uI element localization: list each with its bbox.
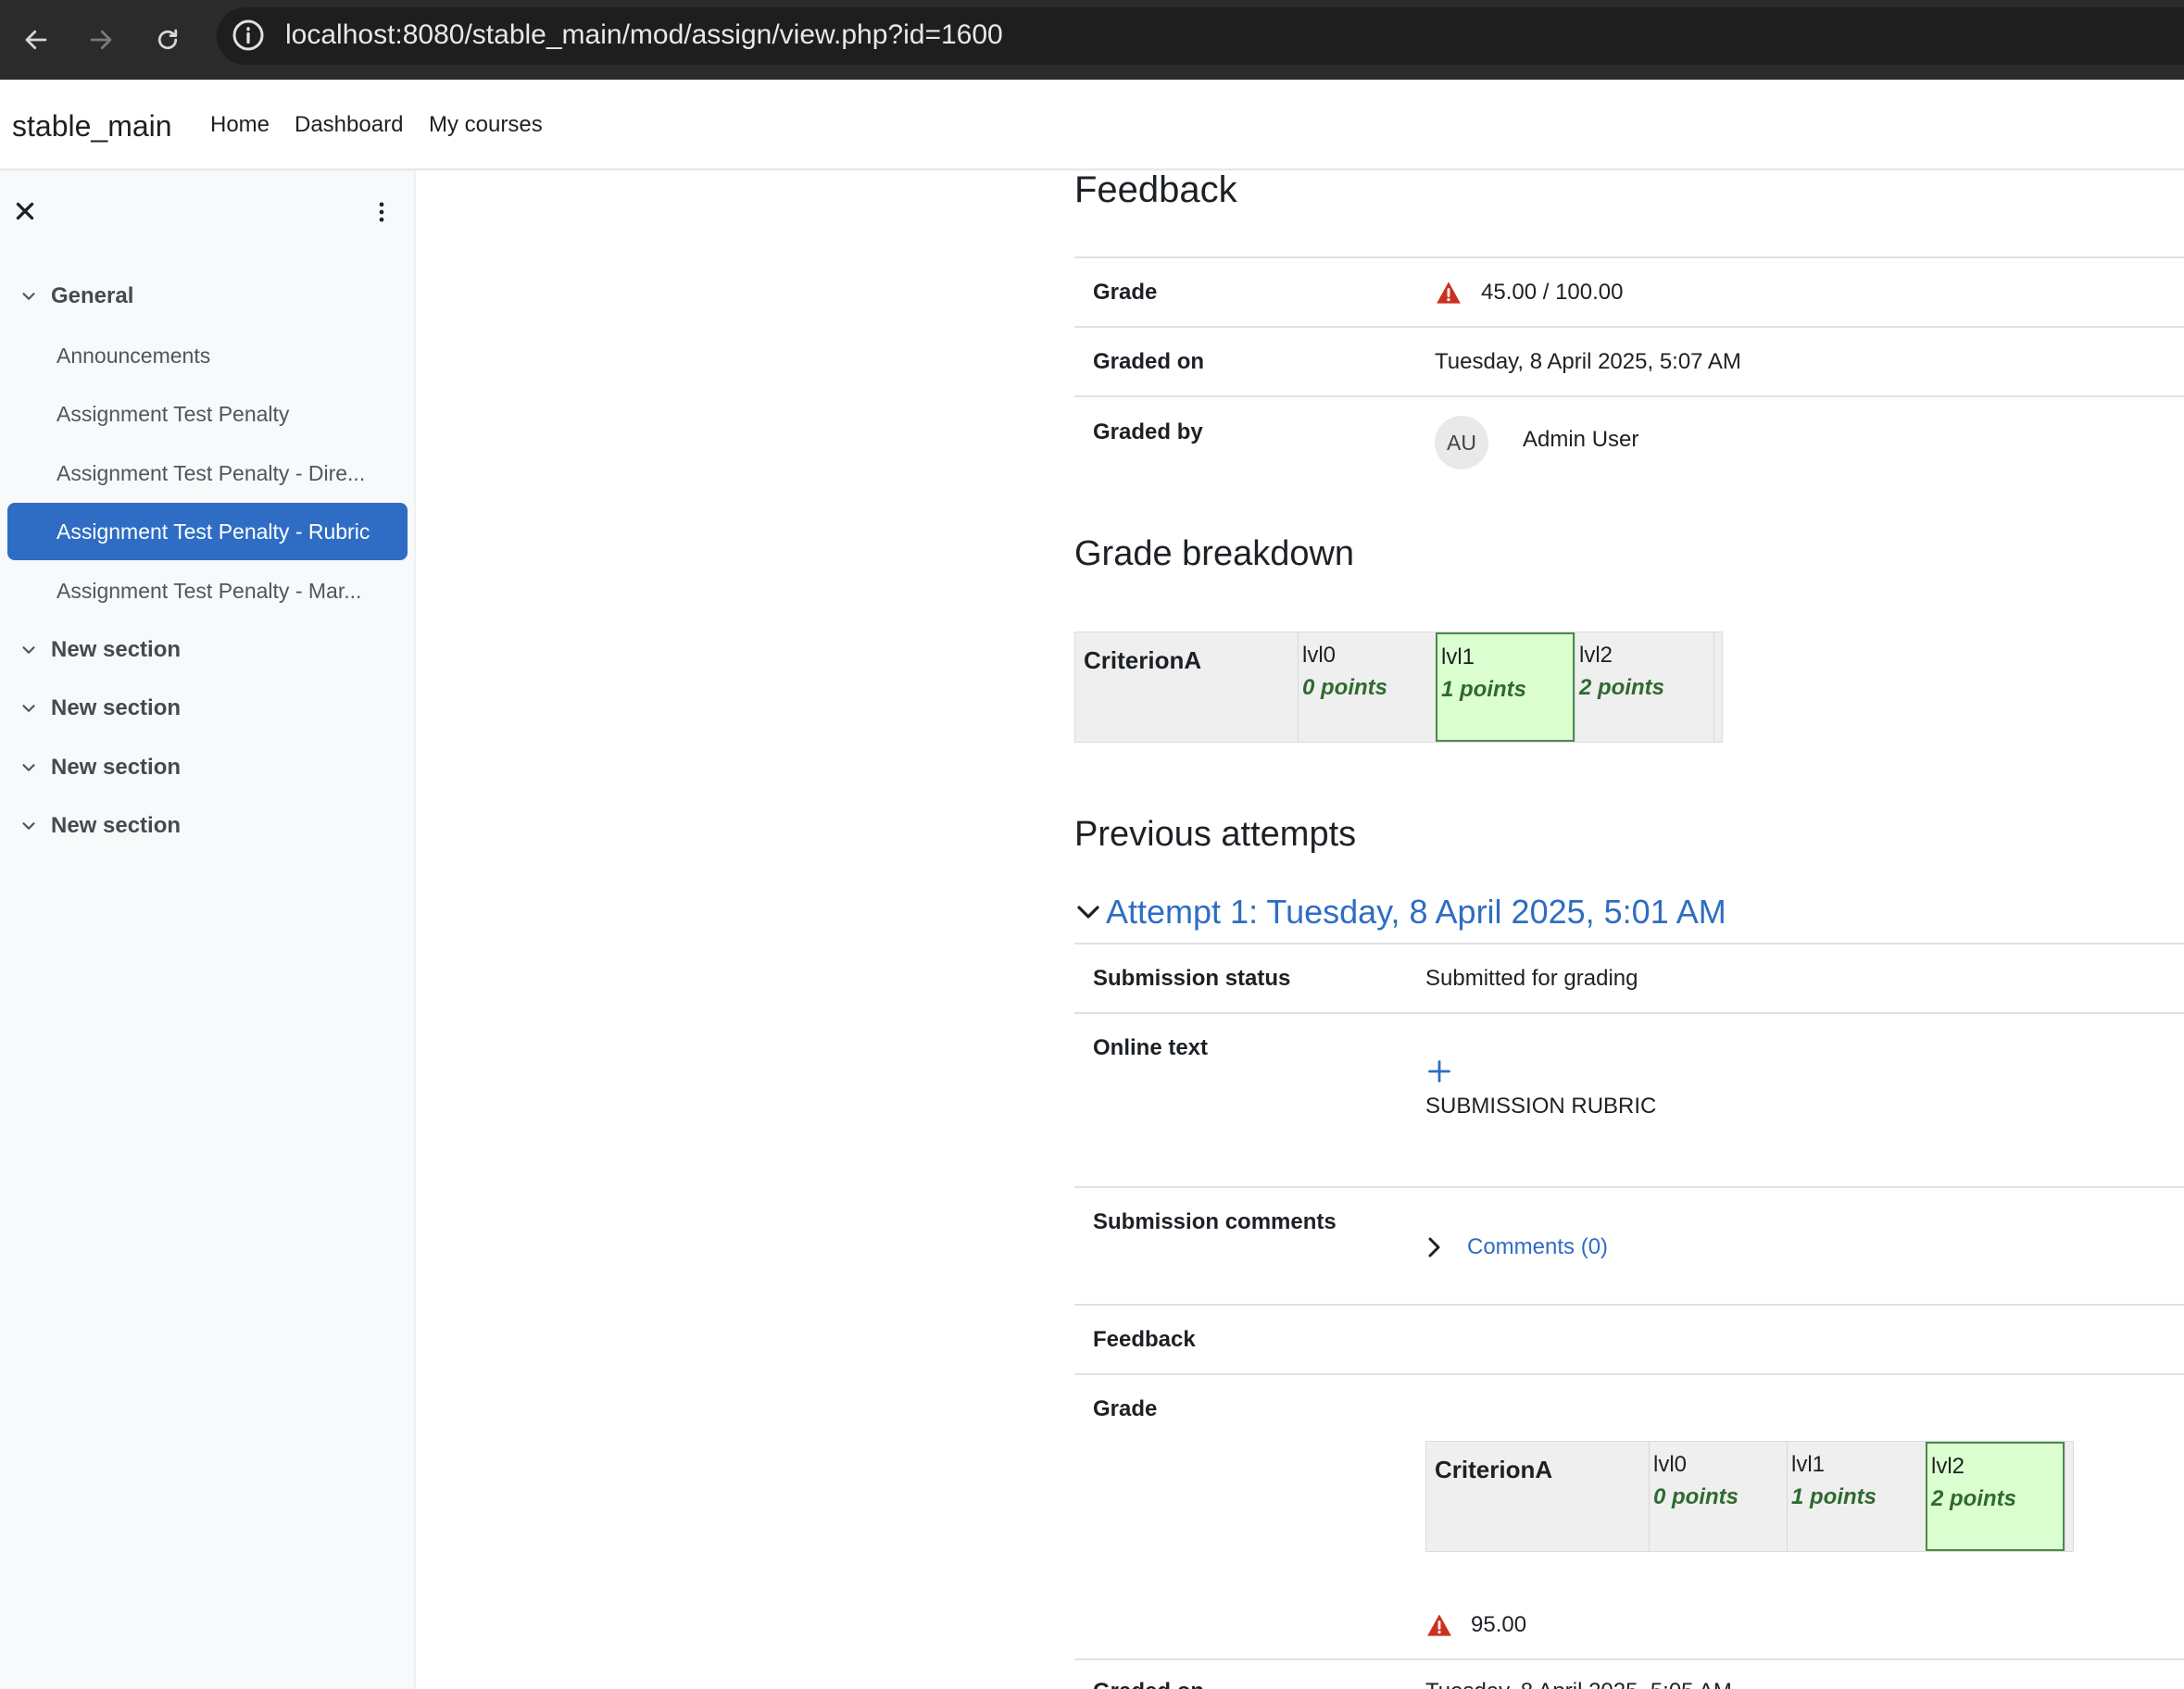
nav-dashboard-link[interactable]: Dashboard xyxy=(295,111,403,139)
reload-icon xyxy=(157,29,178,50)
divider xyxy=(1074,1304,2184,1306)
activity-assignment-test-penalty-rubric[interactable]: Assignment Test Penalty - Rubric xyxy=(7,503,408,560)
back-button[interactable] xyxy=(11,15,61,65)
comments-link[interactable]: Comments (0) xyxy=(1467,1233,1608,1261)
expand-plus-icon[interactable] xyxy=(1426,1058,1452,1084)
rubric-table: CriterionA lvl0 0 points lvl1 1 points l… xyxy=(1074,632,1723,743)
level-points: 1 points xyxy=(1791,1484,1877,1509)
level-definition: lvl2 xyxy=(1579,643,1613,668)
grade-breakdown-heading: Grade breakdown xyxy=(1074,534,1355,573)
graded-on-label: Graded on xyxy=(1093,349,1205,374)
submission-comments-label: Submission comments xyxy=(1093,1209,1337,1234)
section-new-4[interactable]: New section xyxy=(19,807,181,844)
grade-label: Grade xyxy=(1093,280,1158,305)
rubric-level: lvl0 0 points xyxy=(1298,632,1437,742)
level-definition: lvl0 xyxy=(1302,643,1337,668)
online-text-value: SUBMISSION RUBRIC xyxy=(1425,1094,1657,1119)
close-icon[interactable] xyxy=(13,199,37,223)
rubric-table: CriterionA lvl0 0 points lvl1 1 points l… xyxy=(1425,1441,2074,1552)
section-general[interactable]: General xyxy=(19,278,133,315)
arrow-right-icon xyxy=(90,30,112,50)
activity-announcements[interactable]: Announcements xyxy=(7,327,408,384)
rubric-criterion: CriterionA xyxy=(1084,646,1202,674)
divider xyxy=(1074,943,2184,945)
submission-status-value: Submitted for grading xyxy=(1425,966,1638,991)
level-points: 2 points xyxy=(1931,1486,2017,1511)
rubric-level: lvl1 1 points xyxy=(1787,1442,1926,1551)
section-title[interactable]: General xyxy=(51,283,133,309)
chevron-down-icon[interactable] xyxy=(19,640,39,660)
online-text-label: Online text xyxy=(1093,1035,1209,1060)
forward-button[interactable] xyxy=(76,15,126,65)
feedback-label: Feedback xyxy=(1093,1327,1196,1352)
rubric-edge xyxy=(2065,1442,2074,1551)
rubric-level: lvl2 2 points xyxy=(1575,632,1713,742)
kebab-menu-icon[interactable] xyxy=(369,197,395,227)
info-icon[interactable] xyxy=(232,19,265,52)
site-brand[interactable]: stable_main xyxy=(12,107,172,144)
grader-name[interactable]: Admin User xyxy=(1523,426,1638,454)
rubric-level-selected: lvl2 2 points xyxy=(1926,1442,2065,1551)
divider xyxy=(1074,326,2184,328)
chevron-down-icon[interactable] xyxy=(1074,898,1102,926)
divider xyxy=(1074,395,2184,397)
grade-value: 45.00 / 100.00 xyxy=(1481,280,1624,305)
activity-assignment-test-penalty-marking[interactable]: Assignment Test Penalty - Mar... xyxy=(7,562,408,619)
attempt-toggle[interactable]: Attempt 1: Tuesday, 8 April 2025, 5:01 A… xyxy=(1074,889,1726,935)
chevron-down-icon[interactable] xyxy=(19,757,39,778)
nav-my-courses-link[interactable]: My courses xyxy=(429,111,543,139)
section-new-2[interactable]: New section xyxy=(19,690,181,727)
nav-home-link[interactable]: Home xyxy=(210,111,270,139)
arrow-left-icon xyxy=(25,30,47,50)
submission-status-label: Submission status xyxy=(1093,966,1291,991)
rubric-criterion: CriterionA xyxy=(1435,1456,1553,1483)
level-points: 0 points xyxy=(1653,1484,1739,1509)
level-definition: lvl1 xyxy=(1791,1452,1826,1477)
section-title[interactable]: New section xyxy=(51,755,181,781)
level-definition: lvl1 xyxy=(1441,644,1475,669)
activity-assignment-test-penalty-direct[interactable]: Assignment Test Penalty - Dire... xyxy=(7,444,408,502)
divider xyxy=(1074,256,2184,258)
chevron-down-icon[interactable] xyxy=(19,698,39,719)
divider xyxy=(1074,1186,2184,1188)
previous-attempts-heading: Previous attempts xyxy=(1074,815,1357,854)
graded-on-value: Tuesday, 8 April 2025, 5:05 AM xyxy=(1425,1678,1732,1689)
activity-assignment-test-penalty[interactable]: Assignment Test Penalty xyxy=(7,385,408,443)
graded-on-label: Graded on xyxy=(1093,1678,1204,1689)
chevron-down-icon[interactable] xyxy=(19,816,39,836)
level-definition: lvl2 xyxy=(1931,1454,1965,1479)
level-points: 0 points xyxy=(1302,675,1388,700)
chevron-right-icon[interactable] xyxy=(1423,1233,1445,1261)
level-definition: lvl0 xyxy=(1653,1452,1688,1477)
warning-icon xyxy=(1427,1614,1451,1636)
graded-on-value: Tuesday, 8 April 2025, 5:07 AM xyxy=(1435,349,1741,374)
graded-by-label: Graded by xyxy=(1093,419,1203,444)
feedback-heading: Feedback xyxy=(1074,169,1237,210)
attempt-title[interactable]: Attempt 1: Tuesday, 8 April 2025, 5:01 A… xyxy=(1106,893,1726,932)
attempt-grade-value: 95.00 xyxy=(1471,1612,1527,1637)
level-points: 2 points xyxy=(1579,675,1665,700)
warning-icon xyxy=(1437,282,1461,304)
divider xyxy=(1074,1373,2184,1375)
reload-button[interactable] xyxy=(143,15,193,65)
grade-label: Grade xyxy=(1093,1396,1158,1421)
section-title[interactable]: New section xyxy=(51,695,181,721)
section-title[interactable]: New section xyxy=(51,813,181,839)
divider xyxy=(1074,1658,2184,1660)
rubric-edge xyxy=(1713,632,1723,742)
section-new-1[interactable]: New section xyxy=(19,632,181,669)
level-points: 1 points xyxy=(1441,677,1527,702)
section-title[interactable]: New section xyxy=(51,637,181,663)
avatar: AU xyxy=(1435,416,1488,469)
chevron-down-icon[interactable] xyxy=(19,286,39,307)
url-text[interactable]: localhost:8080/stable_main/mod/assign/vi… xyxy=(285,19,1003,52)
divider xyxy=(1074,1012,2184,1014)
rubric-level: lvl0 0 points xyxy=(1649,1442,1788,1551)
section-new-3[interactable]: New section xyxy=(19,749,181,786)
rubric-level-selected: lvl1 1 points xyxy=(1436,632,1575,742)
